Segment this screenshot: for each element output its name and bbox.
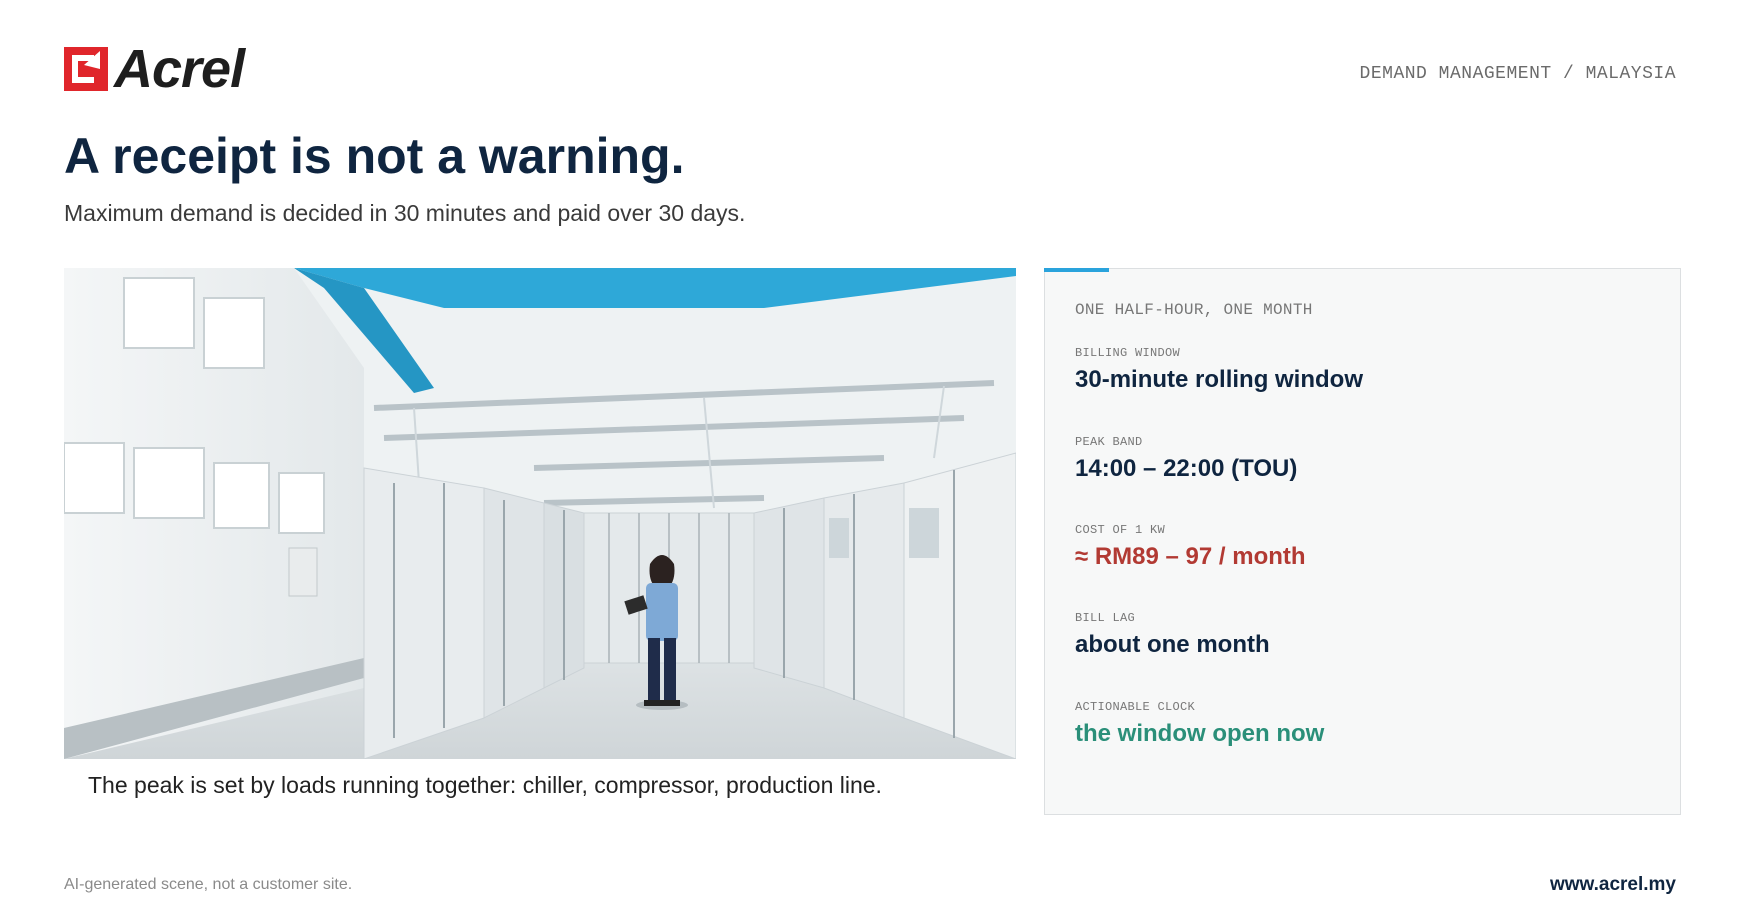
fact-item: BILLING WINDOW 30-minute rolling window	[1075, 346, 1363, 394]
acrel-logo: Acrel	[64, 39, 245, 99]
panel-title: ONE HALF-HOUR, ONE MONTH	[1075, 301, 1313, 319]
fact-item: BILL LAG about one month	[1075, 611, 1270, 659]
website-link[interactable]: www.acrel.my	[1550, 874, 1676, 896]
fact-item: PEAK BAND 14:00 – 22:00 (TOU)	[1075, 435, 1297, 483]
fact-label: BILL LAG	[1075, 611, 1136, 625]
switchroom-photo	[64, 268, 1016, 759]
fact-item: ACTIONABLE CLOCK the window open now	[1075, 700, 1324, 748]
fact-value: about one month	[1075, 631, 1270, 658]
acrel-logo-mark-icon	[64, 47, 108, 91]
switchroom-illustration	[64, 268, 1016, 759]
fact-label: BILLING WINDOW	[1075, 346, 1181, 360]
acrel-logo-wordmark: Acrel	[114, 39, 245, 99]
fact-label: PEAK BAND	[1075, 435, 1143, 449]
page-subtitle: Maximum demand is decided in 30 minutes …	[64, 200, 746, 226]
footer-disclaimer: AI-generated scene, not a customer site.	[64, 876, 353, 893]
fact-value: 30-minute rolling window	[1075, 366, 1363, 393]
panel-accent-bar	[1044, 268, 1109, 272]
page-title: A receipt is not a warning.	[64, 128, 685, 184]
fact-item: COST OF 1 KW ≈ RM89 – 97 / month	[1075, 523, 1306, 571]
fact-value: 14:00 – 22:00 (TOU)	[1075, 455, 1298, 482]
fact-value: the window open now	[1075, 720, 1325, 747]
fact-value: ≈ RM89 – 97 / month	[1075, 543, 1306, 570]
demand-facts-panel: ONE HALF-HOUR, ONE MONTH BILLING WINDOW …	[1044, 268, 1681, 815]
fact-label: ACTIONABLE CLOCK	[1075, 700, 1196, 714]
fact-label: COST OF 1 KW	[1075, 523, 1166, 537]
photo-caption: The peak is set by loads running togethe…	[88, 772, 882, 798]
header-tagline: DEMAND MANAGEMENT / MALAYSIA	[1359, 64, 1676, 84]
